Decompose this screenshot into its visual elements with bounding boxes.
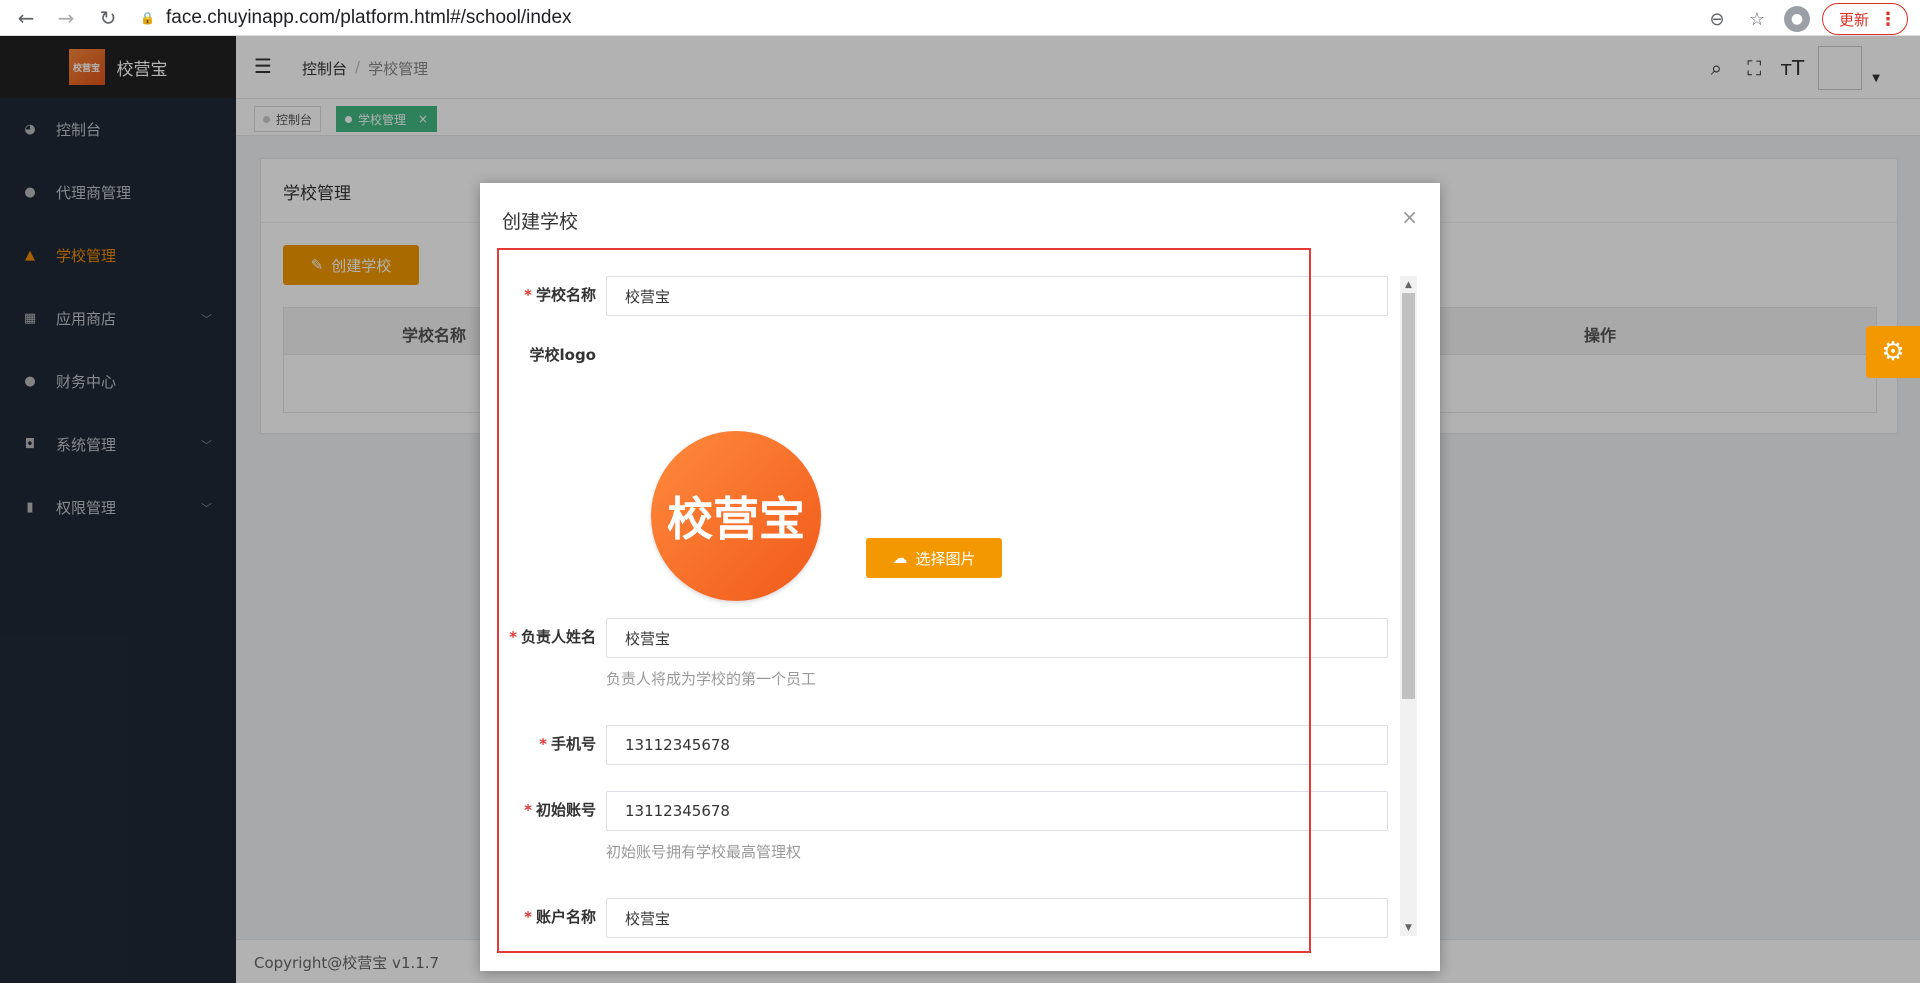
phone-input[interactable]: 13112345678 xyxy=(606,725,1388,765)
cloud-upload-icon: ☁ xyxy=(892,549,908,567)
scroll-thumb[interactable] xyxy=(1402,293,1415,699)
update-button[interactable]: 更新 ⋮ xyxy=(1821,3,1908,35)
field-label: * 负责人姓名 xyxy=(496,626,596,647)
initial-account-input[interactable]: 13112345678 xyxy=(606,791,1388,831)
field-label: * 学校名称 xyxy=(496,284,596,305)
star-icon[interactable]: ☆ xyxy=(1742,4,1772,34)
create-school-dialog: 创建学校 × * 学校名称 校营宝 学校logo 校营宝 ☁ 选择图片 * 负责人姓… xyxy=(480,183,1440,971)
label-text: 初始账号 xyxy=(535,801,596,819)
browser-actions: ⊖ ☆ ● 更新 ⋮ xyxy=(1702,3,1908,35)
school-logo-preview: 校营宝 xyxy=(651,431,821,601)
scroll-up-icon[interactable]: ▲ xyxy=(1400,276,1417,293)
required-mark: * xyxy=(524,286,532,304)
reload-icon[interactable]: ↻ xyxy=(90,0,126,36)
forward-icon[interactable]: → xyxy=(48,0,84,36)
browser-toolbar: ← → ↻ 🔒 face.chuyinapp.com/platform.html… xyxy=(0,0,1920,36)
label-text: 手机号 xyxy=(550,735,596,753)
label-text: 账户名称 xyxy=(535,908,596,926)
field-label: 学校logo xyxy=(529,346,597,364)
field-label: * 初始账号 xyxy=(496,799,596,820)
account-name-input[interactable]: 校营宝 xyxy=(606,898,1388,938)
school-name-input[interactable]: 校营宝 xyxy=(606,276,1388,316)
dialog-title: 创建学校 xyxy=(502,211,579,233)
url-text: face.chuyinapp.com/platform.html#/school… xyxy=(166,7,572,28)
owner-name-input[interactable]: 校营宝 xyxy=(606,618,1388,658)
lock-icon: 🔒 xyxy=(140,11,155,25)
zoom-icon[interactable]: ⊖ xyxy=(1702,4,1732,34)
required-mark: * xyxy=(524,908,532,926)
scrollbar[interactable]: ▲ ▼ xyxy=(1400,276,1417,936)
profile-icon[interactable]: ● xyxy=(1782,4,1812,34)
choose-image-button[interactable]: ☁ 选择图片 xyxy=(866,538,1002,578)
close-icon[interactable]: × xyxy=(1401,205,1418,229)
update-label: 更新 xyxy=(1838,10,1869,29)
field-label: * 手机号 xyxy=(496,733,596,754)
label-text: 负责人姓名 xyxy=(520,628,596,646)
form-body: * 学校名称 校营宝 学校logo 校营宝 ☁ 选择图片 * 负责人姓名 校营宝 负… xyxy=(496,276,1396,941)
initial-account-hint: 初始账号拥有学校最高管理权 xyxy=(606,843,802,861)
label-text: 学校名称 xyxy=(535,286,596,304)
required-mark: * xyxy=(509,628,517,646)
choose-image-label: 选择图片 xyxy=(915,549,976,568)
owner-name-hint: 负责人将成为学校的第一个员工 xyxy=(606,670,817,688)
kebab-menu-icon: ⋮ xyxy=(1879,8,1897,30)
settings-gear-icon[interactable]: ⚙ xyxy=(1866,326,1920,378)
scroll-down-icon[interactable]: ▼ xyxy=(1400,919,1417,936)
back-icon[interactable]: ← xyxy=(8,0,44,36)
address-bar[interactable]: 🔒 face.chuyinapp.com/platform.html#/scho… xyxy=(140,4,1800,32)
required-mark: * xyxy=(524,801,532,819)
field-label: * 账户名称 xyxy=(496,906,596,927)
required-mark: * xyxy=(539,735,547,753)
